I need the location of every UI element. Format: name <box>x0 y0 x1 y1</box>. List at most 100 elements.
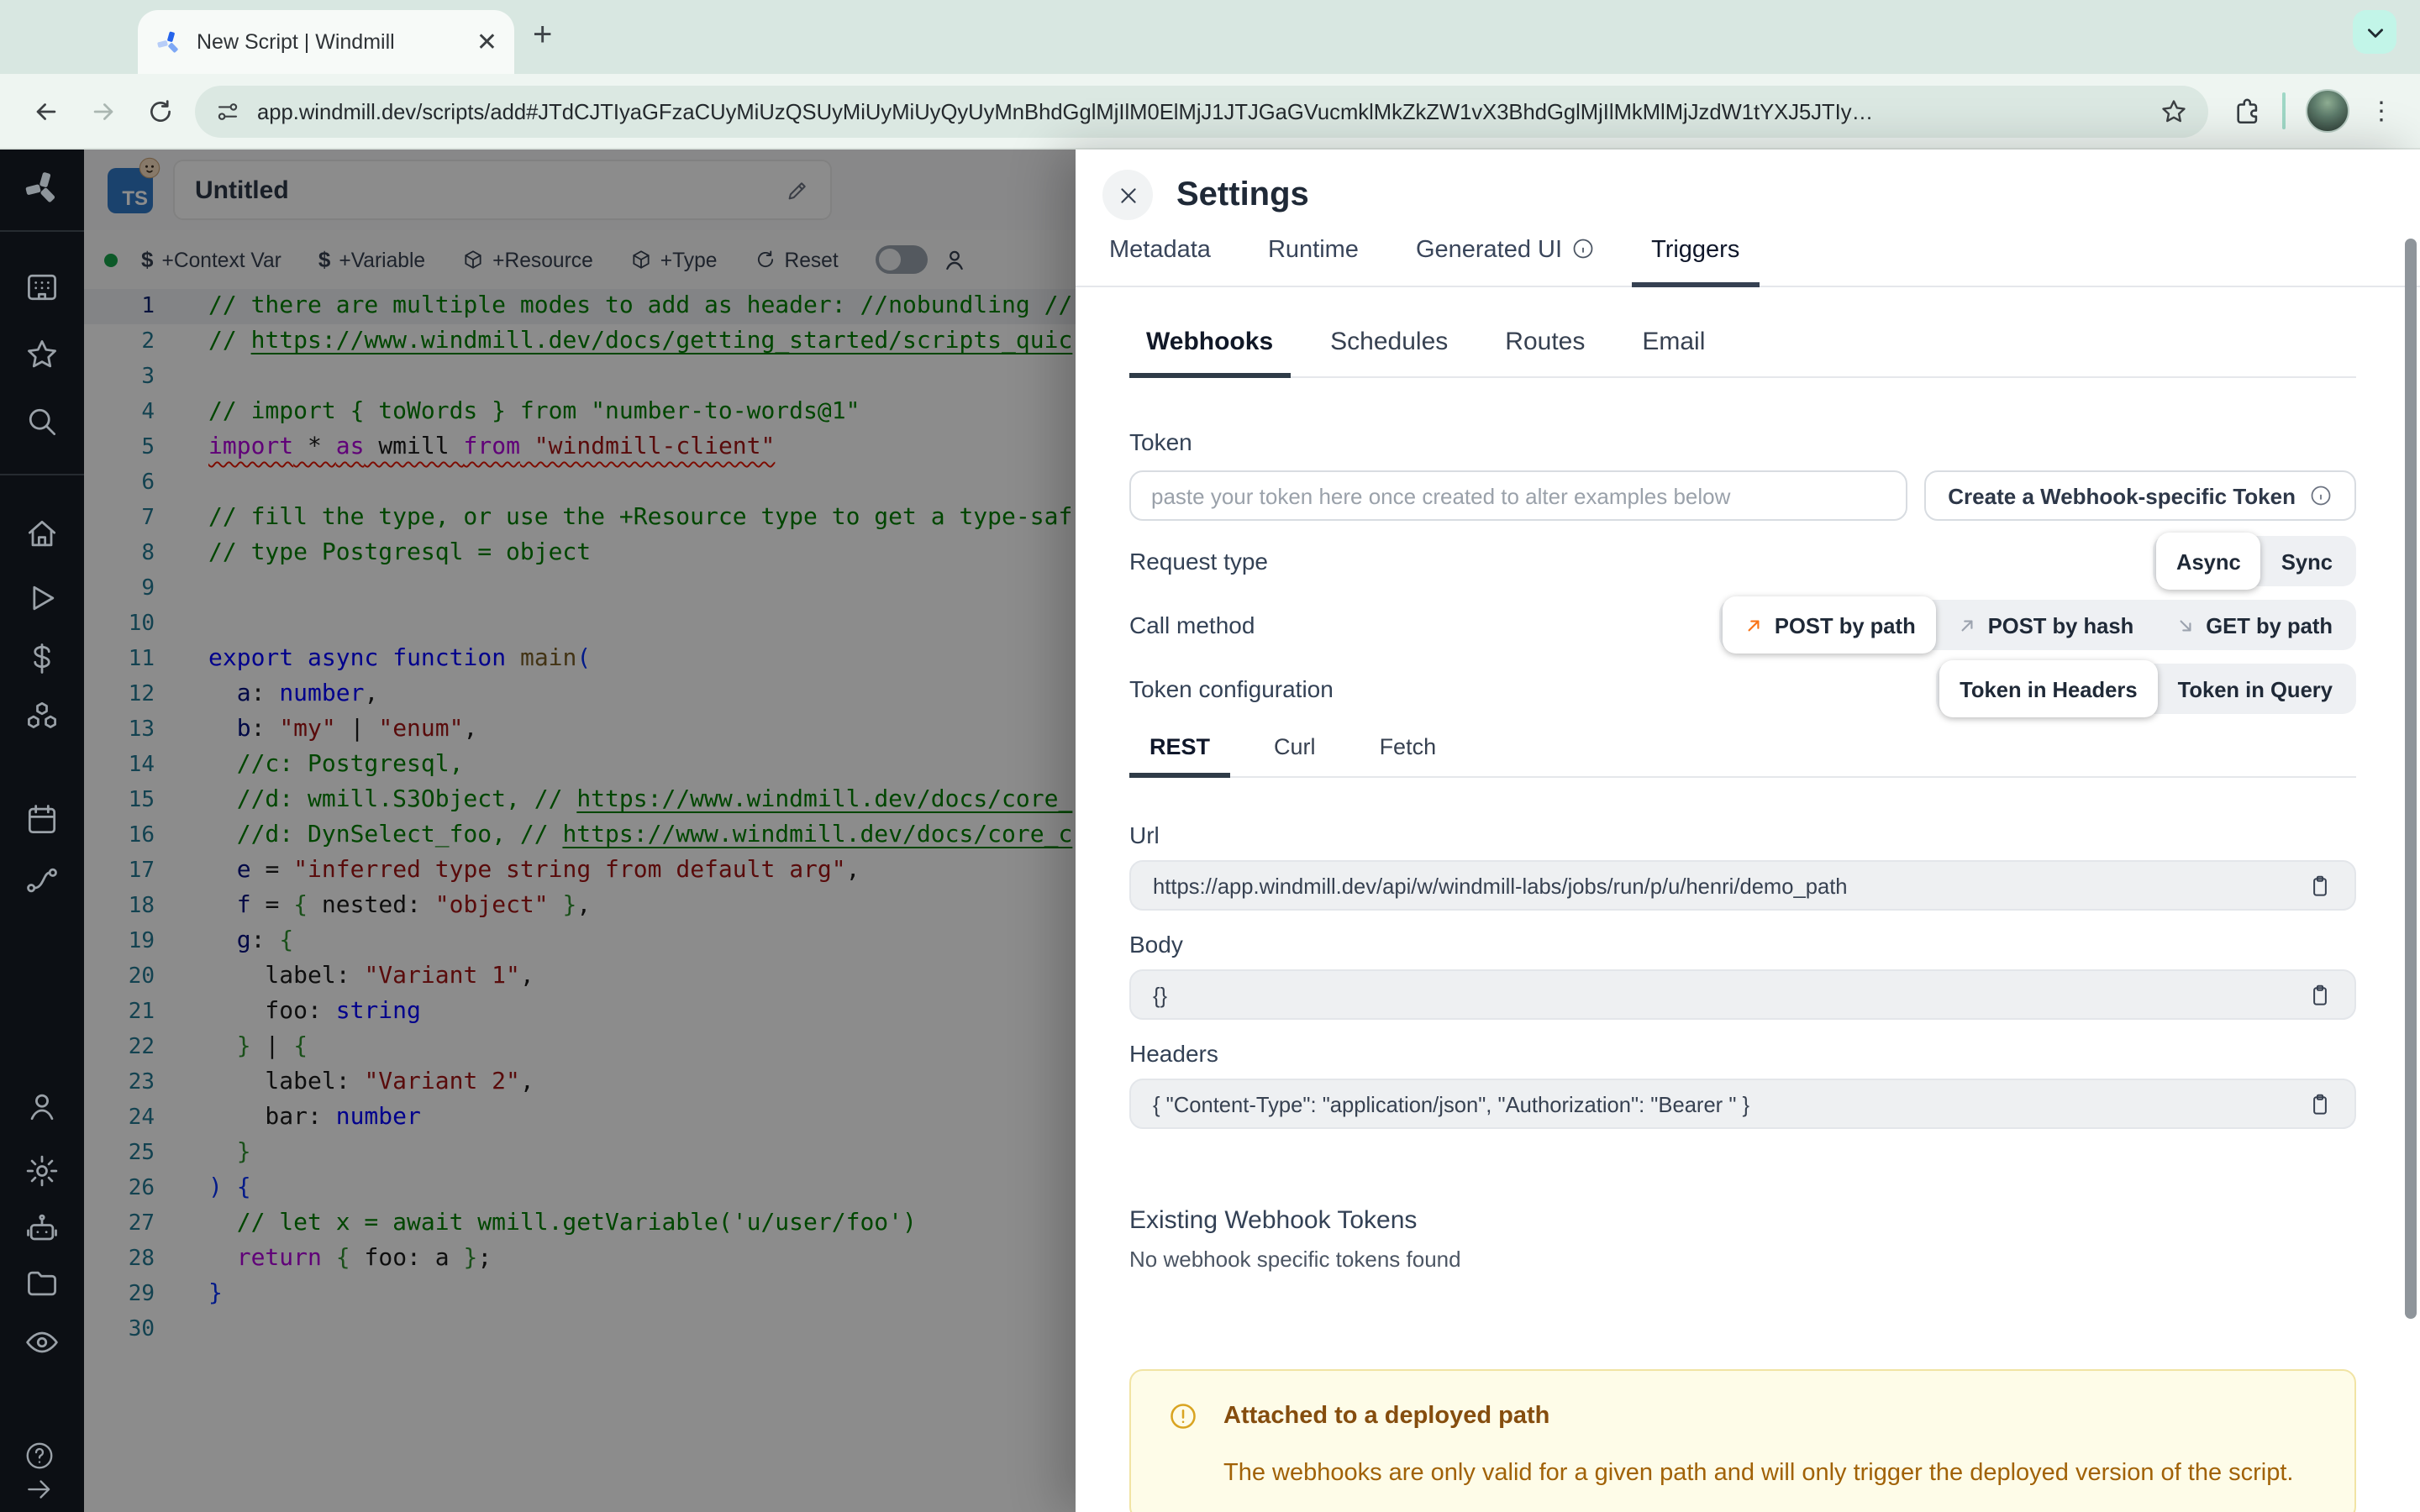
url-bar[interactable]: app.windmill.dev/scripts/add#JTdCJTIyaGF… <box>195 85 2208 137</box>
profile-avatar[interactable] <box>2306 89 2349 133</box>
clipboard-icon <box>2313 1093 2327 1114</box>
settings-tabs: Metadata Runtime Generated UI Triggers <box>1076 227 2420 287</box>
sidebar-item-home[interactable] <box>24 516 60 553</box>
arrow-down-right-icon <box>2179 619 2191 631</box>
sidebar-item-flows[interactable] <box>24 862 60 899</box>
token-label: Token <box>1129 428 1192 455</box>
warning-body: The webhooks are only valid for a given … <box>1223 1460 2294 1487</box>
call-method-segmented: POST by path POST by hash GET by path <box>1718 596 2356 654</box>
option-token-in-query[interactable]: Token in Query <box>2158 667 2353 711</box>
option-sync[interactable]: Sync <box>2261 539 2353 583</box>
sidebar-item-folders[interactable] <box>24 1265 60 1302</box>
sidebar-item-help[interactable] <box>24 1440 60 1477</box>
editor-dim-overlay <box>84 150 1076 1512</box>
sidebar-item-schedules[interactable] <box>24 801 60 838</box>
dollar-icon <box>34 643 50 674</box>
user-icon <box>30 1094 54 1121</box>
sidebar-expand-button[interactable] <box>24 1473 60 1510</box>
flow-route-icon <box>27 868 57 893</box>
reload-icon <box>150 99 170 121</box>
bookmark-star-icon[interactable] <box>2160 97 2188 125</box>
sidebar-item-users[interactable] <box>24 1089 60 1126</box>
reload-button[interactable] <box>131 82 188 139</box>
screen: New Script | Windmill ✕ + app.windmill.d… <box>0 0 2420 1512</box>
tab-runtime[interactable]: Runtime <box>1248 237 1379 286</box>
sidebar-item-favorites[interactable] <box>24 336 60 373</box>
copy-headers-button[interactable] <box>2307 1091 2333 1116</box>
tab-curl[interactable]: Curl <box>1254 734 1336 776</box>
option-post-by-hash[interactable]: POST by hash <box>1936 603 2154 647</box>
chevron-down-icon <box>2367 28 2382 37</box>
browser-menu-button[interactable]: ⋮ <box>2360 89 2403 133</box>
tab-rest[interactable]: REST <box>1129 734 1231 778</box>
existing-tokens-title: Existing Webhook Tokens <box>1129 1206 1418 1235</box>
folder-icon <box>28 1271 56 1296</box>
site-settings-icon[interactable] <box>215 98 240 123</box>
token-row: Create a Webhook-specific Token <box>1129 470 2356 521</box>
drawer-title: Settings <box>1176 176 1309 213</box>
tab-title: New Script | Windmill <box>197 30 395 54</box>
new-tab-button[interactable]: + <box>533 18 552 52</box>
sidebar-item-runs[interactable] <box>24 580 60 617</box>
help-icon <box>26 1442 53 1469</box>
tab-close-icon[interactable]: ✕ <box>476 29 497 55</box>
url-value-box: https://app.windmill.dev/api/w/windmill-… <box>1129 860 2356 911</box>
star-icon <box>28 340 56 368</box>
sidebar-item-workers[interactable] <box>24 1211 60 1248</box>
sidebar-item-variables[interactable] <box>24 640 60 677</box>
headers-value-box: { "Content-Type": "application/json", "A… <box>1129 1079 2356 1129</box>
sidebar-item-settings[interactable] <box>24 1152 60 1189</box>
sidebar-item-resources[interactable] <box>24 697 60 734</box>
clipboard-icon <box>2313 874 2327 895</box>
sidebar-item-workspace[interactable] <box>24 269 60 306</box>
cubes-icon <box>28 701 56 728</box>
sidebar-item-audit-logs[interactable] <box>24 1324 60 1361</box>
extensions-icon <box>2236 97 2257 123</box>
deployed-path-warning: Attached to a deployed path The webhooks… <box>1129 1369 2356 1512</box>
browser-tab[interactable]: New Script | Windmill ✕ <box>138 10 514 74</box>
warning-circle-icon <box>1168 1401 1198 1431</box>
sidebar-divider <box>0 230 84 232</box>
tab-webhooks[interactable]: Webhooks <box>1129 328 1291 378</box>
tab-metadata[interactable]: Metadata <box>1089 237 1231 286</box>
browser-tabstrip: New Script | Windmill ✕ + <box>0 0 2420 74</box>
tab-generated-ui[interactable]: Generated UI <box>1396 237 1614 286</box>
calendar-icon <box>28 805 56 834</box>
drawer-scrollbar[interactable] <box>2405 239 2417 1319</box>
token-input[interactable] <box>1129 470 1908 521</box>
chevron-down-button[interactable] <box>2353 10 2396 54</box>
info-icon <box>2311 486 2331 506</box>
copy-body-button[interactable] <box>2307 982 2333 1007</box>
back-icon <box>35 102 55 119</box>
info-icon <box>1570 237 1594 260</box>
tab-routes[interactable]: Routes <box>1488 328 1602 376</box>
sidebar <box>0 150 84 1512</box>
windmill-logo-icon[interactable] <box>22 168 62 208</box>
sidebar-item-search[interactable] <box>24 403 60 440</box>
warning-title: Attached to a deployed path <box>1223 1402 1550 1429</box>
triggers-panel: Webhooks Schedules Routes Email Token Cr… <box>1076 328 2420 1512</box>
option-post-by-path[interactable]: POST by path <box>1722 596 1936 654</box>
back-button[interactable] <box>17 82 74 139</box>
snippet-tabs: REST Curl Fetch <box>1129 734 2356 778</box>
tab-fetch[interactable]: Fetch <box>1360 734 1457 776</box>
create-webhook-token-button[interactable]: Create a Webhook-specific Token <box>1924 470 2356 521</box>
search-icon <box>29 408 56 436</box>
option-async[interactable]: Async <box>2155 533 2261 590</box>
url-label: Url <box>1129 822 1160 848</box>
play-icon <box>33 585 55 611</box>
tab-schedules[interactable]: Schedules <box>1313 328 1465 376</box>
request-type-segmented: Async Sync <box>2152 533 2356 590</box>
workspace-icon <box>28 274 56 301</box>
option-token-in-headers[interactable]: Token in Headers <box>1939 660 2158 717</box>
option-get-by-path[interactable]: GET by path <box>2154 603 2353 647</box>
tab-triggers[interactable]: Triggers <box>1631 237 1760 287</box>
extensions-button[interactable] <box>2222 86 2272 136</box>
url-value: https://app.windmill.dev/api/w/windmill-… <box>1153 873 1848 898</box>
arrow-up-right-icon <box>1748 619 1760 631</box>
copy-url-button[interactable] <box>2307 873 2333 898</box>
close-button[interactable] <box>1102 170 1153 220</box>
forward-button[interactable] <box>74 82 131 139</box>
gear-icon <box>26 1155 58 1187</box>
tab-email[interactable]: Email <box>1625 328 1722 376</box>
